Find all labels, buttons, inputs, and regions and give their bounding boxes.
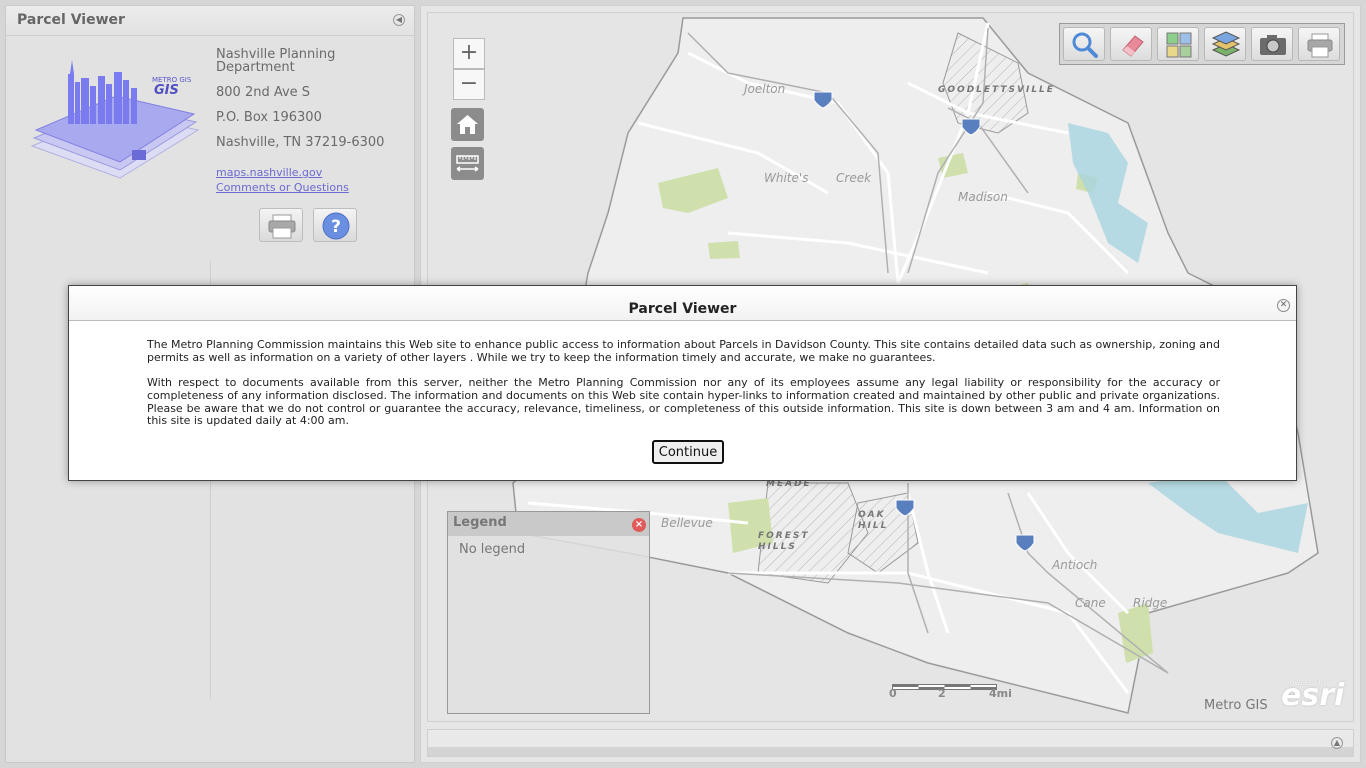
dialog-header: Parcel Viewer ✕ bbox=[69, 286, 1296, 321]
expand-panel-icon[interactable]: ▲ bbox=[1331, 737, 1343, 749]
place-madison: Madison bbox=[958, 190, 1008, 204]
place-cane: Cane bbox=[1075, 596, 1106, 610]
ruler-icon bbox=[456, 155, 479, 172]
continue-button[interactable]: Continue bbox=[652, 440, 724, 464]
print-button[interactable] bbox=[259, 208, 303, 242]
search-button[interactable] bbox=[1063, 27, 1105, 61]
place-joelton: Joelton bbox=[744, 82, 786, 96]
comments-link[interactable]: Comments or Questions bbox=[216, 182, 384, 193]
org-info: Nashville Planning Department 800 2nd Av… bbox=[216, 48, 384, 197]
metro-gis-logo: METRO GIS GIS bbox=[30, 60, 200, 179]
zoom-in-button[interactable]: + bbox=[453, 38, 485, 69]
address-line-3: Nashville, TN 37219-6300 bbox=[216, 135, 385, 150]
disclaimer-paragraph-2: With respect to documents available from… bbox=[147, 375, 1220, 428]
map-toolbar bbox=[1059, 23, 1345, 65]
scale-bar-graphic bbox=[892, 684, 997, 690]
place-whites: White's bbox=[764, 171, 809, 185]
place-antioch: Antioch bbox=[1052, 558, 1098, 572]
place-oak-hill: OAK HILL bbox=[858, 510, 889, 531]
print-icon bbox=[1307, 33, 1333, 58]
left-panel-header: Parcel Viewer ◀ bbox=[6, 6, 414, 36]
map-print-button[interactable] bbox=[1298, 27, 1340, 61]
help-icon: ? bbox=[322, 212, 350, 240]
svg-text:GIS: GIS bbox=[154, 83, 179, 98]
disclaimer-paragraph-1: The Metro Planning Commission maintains … bbox=[147, 338, 1220, 364]
map-attribution: Metro GIS bbox=[1204, 698, 1268, 713]
svg-text:?: ? bbox=[331, 217, 341, 237]
printer-icon bbox=[268, 214, 296, 239]
camera-icon bbox=[1260, 35, 1286, 55]
legend-header: Legend × bbox=[448, 512, 649, 536]
place-ridge: Ridge bbox=[1133, 596, 1168, 610]
place-forest-hills: FOREST HILLS bbox=[758, 531, 810, 552]
search-icon bbox=[1072, 32, 1098, 58]
snapshot-button[interactable] bbox=[1251, 27, 1293, 61]
layers-icon bbox=[1211, 31, 1241, 57]
scale-bar: 0 2 4mi bbox=[889, 677, 1012, 700]
place-bellevue: Bellevue bbox=[661, 516, 713, 530]
scale-label-0: 0 bbox=[889, 687, 897, 700]
scale-label-4: 4mi bbox=[989, 687, 1012, 700]
home-button[interactable] bbox=[451, 108, 484, 141]
collapse-panel-icon[interactable]: ◀ bbox=[393, 14, 405, 26]
home-icon bbox=[457, 115, 478, 134]
address-line-2: P.O. Box 196300 bbox=[216, 110, 322, 125]
dialog-title: Parcel Viewer bbox=[628, 301, 737, 317]
bottom-panel: ▲ bbox=[427, 729, 1354, 757]
esri-logo[interactable]: esri bbox=[1281, 678, 1344, 713]
legend-title: Legend bbox=[453, 515, 507, 530]
bottom-panel-strip bbox=[428, 747, 1353, 756]
website-link[interactable]: maps.nashville.gov bbox=[216, 167, 384, 178]
zoom-out-button[interactable]: − bbox=[453, 69, 485, 100]
disclaimer-dialog: Parcel Viewer ✕ The Metro Planning Commi… bbox=[68, 285, 1297, 481]
panel-title: Parcel Viewer bbox=[17, 12, 125, 28]
measure-button[interactable] bbox=[451, 147, 484, 180]
eraser-button[interactable] bbox=[1110, 27, 1152, 61]
place-creek: Creek bbox=[836, 171, 872, 185]
legend-panel: Legend × No legend bbox=[447, 511, 650, 714]
basemap-button[interactable] bbox=[1157, 27, 1199, 61]
dialog-body: The Metro Planning Commission maintains … bbox=[147, 338, 1220, 441]
eraser-icon bbox=[1122, 35, 1144, 57]
scale-label-2: 2 bbox=[938, 687, 946, 700]
help-button[interactable]: ? bbox=[313, 208, 357, 242]
close-icon[interactable]: ✕ bbox=[1277, 299, 1290, 312]
org-name: Nashville Planning Department bbox=[216, 47, 336, 75]
place-goodlettsville: GOODLETTSVILLE bbox=[938, 85, 1055, 95]
layers-button[interactable] bbox=[1204, 27, 1246, 61]
legend-empty-text: No legend bbox=[459, 542, 526, 557]
close-icon[interactable]: × bbox=[632, 518, 646, 532]
address-line-1: 800 2nd Ave S bbox=[216, 85, 311, 100]
basemap-icon bbox=[1166, 32, 1192, 58]
